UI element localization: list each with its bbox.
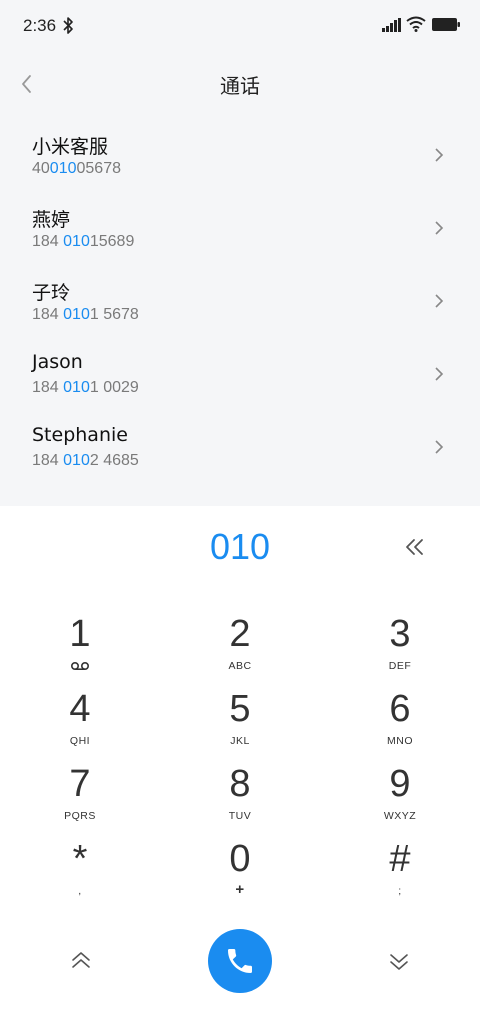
expand-down-icon[interactable] — [388, 950, 410, 972]
key-digit: # — [389, 838, 411, 880]
number-match: 010 — [63, 233, 90, 250]
key-1[interactable]: 1 — [20, 612, 140, 682]
key-digit: * — [72, 838, 88, 880]
dialer-actions — [0, 926, 480, 996]
call-button[interactable] — [208, 929, 272, 993]
contact-number: 184 0101 0029 — [32, 379, 139, 397]
contact-name: Stephanie — [32, 424, 128, 446]
key-letters: , — [78, 885, 82, 897]
key-digit: 6 — [389, 688, 411, 730]
list-item[interactable]: 子玲 184 0101 5678 — [0, 264, 480, 337]
key-hash[interactable]: # ; — [340, 837, 460, 907]
number-match: 010 — [63, 306, 90, 323]
list-item[interactable]: 小米客服 4001005678 — [0, 118, 480, 191]
contact-number: 184 01015689 — [32, 233, 134, 251]
key-letters: MNO — [387, 735, 413, 747]
key-digit: 2 — [229, 613, 251, 655]
contact-number: 184 0101 5678 — [32, 306, 139, 324]
key-letters: + — [235, 881, 245, 898]
bluetooth-icon — [63, 17, 73, 34]
key-letters: TUV — [228, 810, 252, 822]
key-digit: 3 — [389, 613, 411, 655]
key-letters: JKL — [230, 735, 250, 747]
key-0[interactable]: 0 + — [180, 837, 300, 907]
number-prefix: 40 — [32, 160, 50, 177]
number-suffix: 1 5678 — [89, 306, 139, 323]
status-bar: 2:36 — [0, 0, 480, 52]
chevron-right-icon — [435, 367, 444, 381]
number-match: 010 — [63, 452, 90, 469]
key-8[interactable]: 8 TUV — [180, 762, 300, 832]
key-letters: ABC — [228, 660, 252, 672]
wifi-icon — [406, 16, 426, 32]
voicemail-icon — [70, 661, 90, 671]
key-letters: QHI — [69, 735, 91, 747]
key-digit: 1 — [69, 613, 91, 655]
contact-name: 子玲 — [32, 282, 71, 304]
backspace-icon[interactable] — [402, 536, 428, 558]
chevron-right-icon — [435, 294, 444, 308]
list-item[interactable]: Stephanie 184 0102 4685 — [0, 410, 480, 483]
number-prefix: 184 — [32, 452, 64, 469]
chevron-right-icon — [435, 148, 444, 162]
key-digit: 7 — [69, 763, 91, 805]
dialer-panel: 010 1 2 ABC 3 DEF 4 QHI 5 JKL 6 MNO 7 PQ… — [0, 506, 480, 1013]
signal-icon — [382, 18, 401, 32]
number-prefix: 184 — [32, 233, 64, 250]
key-6[interactable]: 6 MNO — [340, 687, 460, 757]
status-time: 2:36 — [23, 16, 57, 35]
page-title: 通话 — [220, 74, 260, 98]
number-prefix: 184 — [32, 306, 64, 323]
key-digit: 9 — [389, 763, 411, 805]
key-letters: ; — [398, 885, 402, 897]
battery-icon — [432, 18, 460, 31]
contact-number: 4001005678 — [32, 160, 121, 178]
contact-name: 燕婷 — [32, 209, 71, 231]
key-7[interactable]: 7 PQRS — [20, 762, 140, 832]
list-item[interactable]: Jason 184 0101 0029 — [0, 337, 480, 410]
key-digit: 5 — [229, 688, 251, 730]
list-item[interactable]: 燕婷 184 01015689 — [0, 191, 480, 264]
key-3[interactable]: 3 DEF — [340, 612, 460, 682]
key-5[interactable]: 5 JKL — [180, 687, 300, 757]
number-match: 010 — [49, 160, 77, 177]
key-letters: DEF — [388, 660, 412, 672]
key-digit: 4 — [69, 688, 91, 730]
contact-name: Jason — [32, 351, 83, 373]
number-match: 010 — [63, 379, 90, 396]
key-2[interactable]: 2 ABC — [180, 612, 300, 682]
number-suffix: 1 0029 — [89, 379, 139, 396]
chevron-right-icon — [435, 440, 444, 454]
number-suffix: 15689 — [89, 233, 135, 250]
key-9[interactable]: 9 WXYZ — [340, 762, 460, 832]
number-prefix: 184 — [32, 379, 64, 396]
key-digit: 8 — [229, 763, 251, 805]
key-star[interactable]: * , — [20, 837, 140, 907]
key-letters: WXYZ — [383, 810, 417, 822]
number-suffix: 2 4685 — [89, 452, 139, 469]
number-suffix: 05678 — [76, 160, 122, 177]
phone-icon — [228, 949, 252, 973]
key-4[interactable]: 4 QHI — [20, 687, 140, 757]
key-letters: PQRS — [64, 810, 96, 822]
chevron-right-icon — [435, 221, 444, 235]
contact-number: 184 0102 4685 — [32, 452, 139, 470]
collapse-up-icon[interactable] — [70, 950, 92, 972]
contact-list: 小米客服 4001005678 燕婷 184 01015689 子玲 184 0… — [0, 118, 480, 510]
header: 通话 — [0, 52, 480, 116]
contact-name: 小米客服 — [32, 136, 109, 158]
key-digit: 0 — [229, 838, 251, 880]
